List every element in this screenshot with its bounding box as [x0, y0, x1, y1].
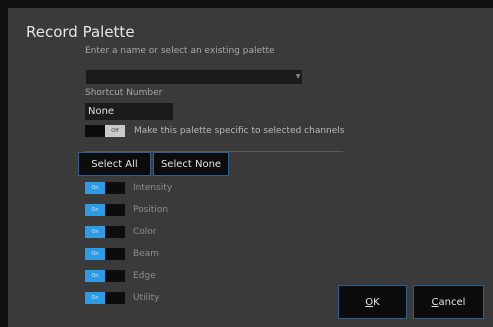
- select-none-button[interactable]: Select None: [153, 152, 229, 176]
- toggle-track: [105, 226, 125, 238]
- edge-toggle[interactable]: On: [85, 270, 125, 282]
- intensity-toggle[interactable]: On: [85, 182, 125, 194]
- channel-specific-label: Make this palette specific to selected c…: [134, 126, 345, 136]
- beam-toggle[interactable]: On: [85, 248, 125, 260]
- category-label-utility: Utility: [133, 293, 160, 303]
- ok-button[interactable]: OK: [338, 285, 407, 319]
- toggle-track: [105, 270, 125, 282]
- toggle-track: [105, 292, 125, 304]
- utility-toggle[interactable]: On: [85, 292, 125, 304]
- ok-mnemonic: O: [365, 297, 374, 308]
- cancel-mnemonic: C: [431, 297, 439, 308]
- category-label-intensity: Intensity: [133, 183, 173, 193]
- category-label-position: Position: [133, 205, 169, 215]
- shortcut-label: Shortcut Number: [85, 88, 163, 98]
- name-prompt-label: Enter a name or select an existing palet…: [85, 46, 275, 56]
- position-toggle[interactable]: On: [85, 204, 125, 216]
- toggle-state-label: Off: [105, 125, 125, 137]
- category-label-edge: Edge: [133, 271, 156, 281]
- record-palette-dialog: Record Palette Enter a name or select an…: [8, 8, 493, 327]
- dialog-title: Record Palette: [26, 23, 135, 41]
- select-all-button[interactable]: Select All: [78, 152, 151, 176]
- channel-specific-toggle[interactable]: Off: [85, 125, 125, 137]
- toggle-track: [85, 125, 105, 137]
- toggle-track: [105, 248, 125, 260]
- toggle-state-label: On: [85, 182, 105, 194]
- cancel-label-rest: ancel: [438, 297, 466, 308]
- palette-name-field[interactable]: [86, 70, 302, 84]
- shortcut-number-field[interactable]: None: [85, 103, 173, 120]
- category-label-color: Color: [133, 227, 157, 237]
- toggle-state-label: On: [85, 204, 105, 216]
- toggle-state-label: On: [85, 226, 105, 238]
- cancel-button[interactable]: Cancel: [413, 285, 484, 319]
- toggle-state-label: On: [85, 248, 105, 260]
- toggle-state-label: On: [85, 270, 105, 282]
- toggle-state-label: On: [85, 292, 105, 304]
- color-toggle[interactable]: On: [85, 226, 125, 238]
- chevron-down-icon[interactable]: ▼: [294, 72, 302, 82]
- toggle-track: [105, 182, 125, 194]
- category-label-beam: Beam: [133, 249, 159, 259]
- toggle-track: [105, 204, 125, 216]
- ok-label-rest: K: [373, 297, 380, 308]
